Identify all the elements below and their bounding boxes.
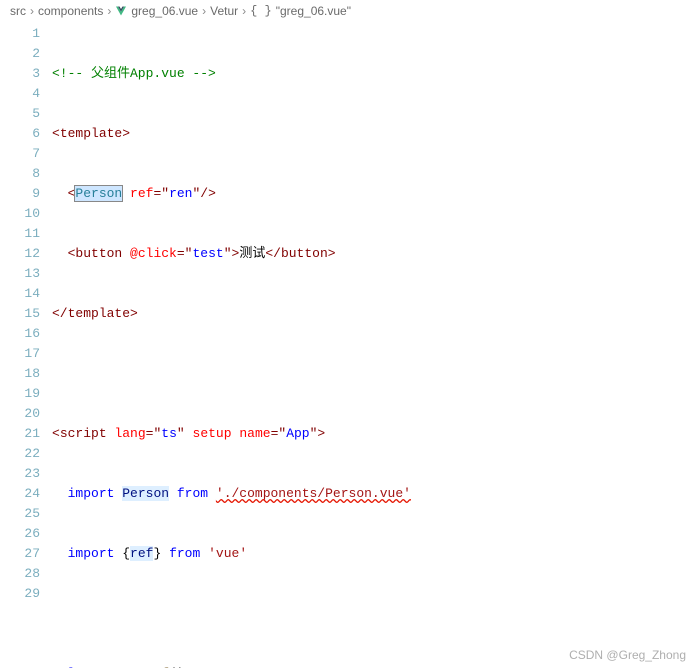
- line-number: 16: [0, 324, 40, 344]
- breadcrumb-seg-file[interactable]: greg_06.vue: [131, 4, 198, 18]
- code-line[interactable]: <script lang="ts" setup name="App">: [52, 424, 696, 444]
- code-line[interactable]: import Person from './components/Person.…: [52, 484, 696, 504]
- watermark: CSDN @Greg_Zhong: [569, 648, 686, 662]
- breadcrumb: src › components › greg_06.vue › Vetur ›…: [0, 0, 696, 22]
- line-number: 7: [0, 144, 40, 164]
- line-number: 24: [0, 484, 40, 504]
- chevron-right-icon: ›: [30, 4, 34, 18]
- line-number: 12: [0, 244, 40, 264]
- selection-highlight: Person: [74, 185, 123, 202]
- line-number: 1: [0, 24, 40, 44]
- code-line[interactable]: <button @click="test">测试</button>: [52, 244, 696, 264]
- line-number: 2: [0, 44, 40, 64]
- line-number: 25: [0, 504, 40, 524]
- breadcrumb-seg-vetur[interactable]: Vetur: [210, 4, 238, 18]
- breadcrumb-seg-components[interactable]: components: [38, 4, 103, 18]
- line-number: 21: [0, 424, 40, 444]
- code-line[interactable]: [52, 364, 696, 384]
- code-line[interactable]: import {ref} from 'vue': [52, 544, 696, 564]
- code-line[interactable]: </template>: [52, 304, 696, 324]
- line-number: 27: [0, 544, 40, 564]
- code-line[interactable]: let ren = ref(): [52, 664, 696, 668]
- line-number: 8: [0, 164, 40, 184]
- code-line[interactable]: <Person ref="ren"/>: [52, 184, 696, 204]
- line-number: 14: [0, 284, 40, 304]
- line-number: 4: [0, 84, 40, 104]
- line-number: 9: [0, 184, 40, 204]
- chevron-right-icon: ›: [107, 4, 111, 18]
- line-number: 23: [0, 464, 40, 484]
- code-content[interactable]: <!-- 父组件App.vue --> <template> <Person r…: [52, 24, 696, 668]
- line-number: 29: [0, 584, 40, 604]
- line-number: 13: [0, 264, 40, 284]
- line-number: 19: [0, 384, 40, 404]
- line-number: 10: [0, 204, 40, 224]
- line-number: 22: [0, 444, 40, 464]
- error-squiggle: './components/Person.vue': [216, 486, 411, 501]
- line-number: 20: [0, 404, 40, 424]
- breadcrumb-seg-symbol[interactable]: "greg_06.vue": [276, 4, 351, 18]
- line-number: 6: [0, 124, 40, 144]
- line-number: 11: [0, 224, 40, 244]
- vue-icon: [115, 5, 127, 17]
- code-editor[interactable]: 1234567891011121314151617181920212223242…: [0, 22, 696, 668]
- line-number: 3: [0, 64, 40, 84]
- code-line[interactable]: [52, 604, 696, 624]
- line-gutter: 1234567891011121314151617181920212223242…: [0, 24, 52, 668]
- code-line[interactable]: <template>: [52, 124, 696, 144]
- line-number: 28: [0, 564, 40, 584]
- braces-icon: { }: [250, 4, 272, 18]
- chevron-right-icon: ›: [242, 4, 246, 18]
- chevron-right-icon: ›: [202, 4, 206, 18]
- line-number: 17: [0, 344, 40, 364]
- line-number: 18: [0, 364, 40, 384]
- line-number: 26: [0, 524, 40, 544]
- breadcrumb-seg-src[interactable]: src: [10, 4, 26, 18]
- line-number: 15: [0, 304, 40, 324]
- line-number: 5: [0, 104, 40, 124]
- code-line[interactable]: <!-- 父组件App.vue -->: [52, 64, 696, 84]
